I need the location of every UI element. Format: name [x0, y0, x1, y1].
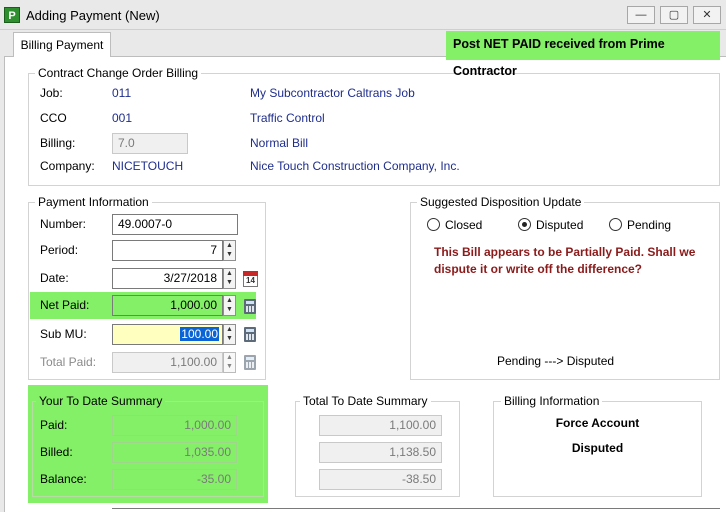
- billing-description: Normal Bill: [250, 136, 309, 150]
- billing-field: 7.0: [112, 133, 188, 154]
- total-summary-legend: Total To Date Summary: [300, 394, 431, 408]
- job-code: 011: [112, 86, 132, 100]
- total-paid-spinner: ▲ ▼: [223, 352, 236, 373]
- net-paid-spinner[interactable]: ▲ ▼: [223, 295, 236, 316]
- company-description: Nice Touch Construction Company, Inc.: [250, 159, 460, 173]
- number-label: Number:: [40, 217, 87, 231]
- period-input[interactable]: 7: [112, 240, 223, 261]
- total-billed-summary-field: 1,138.50: [319, 442, 442, 463]
- sub-mu-spinner[interactable]: ▲ ▼: [223, 324, 236, 345]
- disposition-transition: Pending ---> Disputed: [497, 354, 615, 368]
- calculator-icon: [244, 355, 256, 370]
- total-balance-summary-field: -38.50: [319, 469, 442, 490]
- calculator-icon[interactable]: [244, 327, 256, 342]
- contract-legend: Contract Change Order Billing: [35, 66, 202, 80]
- sub-mu-label: Sub MU:: [40, 327, 87, 341]
- billing-info-line1: Force Account: [555, 416, 640, 430]
- radio-closed[interactable]: [427, 218, 440, 231]
- close-button[interactable]: ✕: [693, 6, 721, 24]
- your-balance-label: Balance:: [40, 472, 87, 486]
- period-spinner[interactable]: ▲ ▼: [223, 240, 236, 261]
- total-paid-summary-field: 1,100.00: [319, 415, 442, 436]
- notes-field-edge[interactable]: [112, 508, 720, 512]
- your-paid-field: 1,000.00: [112, 415, 237, 436]
- billing-info-line2: Disputed: [571, 441, 624, 455]
- your-billed-label: Billed:: [40, 445, 73, 459]
- cco-label: CCO: [40, 111, 67, 125]
- company-label: Company:: [40, 159, 95, 173]
- maximize-button[interactable]: ▢: [660, 6, 688, 24]
- your-summary-legend: Your To Date Summary: [36, 394, 166, 408]
- job-description: My Subcontractor Caltrans Job: [250, 86, 415, 100]
- total-paid-label: Total Paid:: [40, 355, 97, 369]
- billing-label: Billing:: [40, 136, 76, 150]
- radio-disputed[interactable]: [518, 218, 531, 231]
- radio-disputed-label[interactable]: Disputed: [536, 218, 583, 232]
- date-label: Date:: [40, 271, 69, 285]
- sub-mu-selected-text: 100.00: [180, 327, 219, 341]
- period-label: Period:: [40, 243, 79, 257]
- cco-code: 001: [112, 111, 133, 125]
- tab-billing-payment[interactable]: Billing Payment: [13, 32, 111, 57]
- cco-description: Traffic Control: [250, 111, 325, 125]
- your-paid-label: Paid:: [40, 418, 68, 432]
- net-paid-input[interactable]: 1,000.00: [112, 295, 223, 316]
- radio-pending[interactable]: [609, 218, 622, 231]
- company-code: NICETOUCH: [112, 159, 184, 173]
- billing-info-legend: Billing Information: [501, 394, 603, 408]
- net-paid-label: Net Paid:: [40, 298, 90, 312]
- date-spinner[interactable]: ▲ ▼: [223, 268, 236, 289]
- radio-pending-label[interactable]: Pending: [627, 218, 671, 232]
- minimize-button[interactable]: —: [627, 6, 655, 24]
- disposition-warning: This Bill appears to be Partially Paid. …: [434, 245, 696, 276]
- sub-mu-input[interactable]: 100.00: [112, 324, 223, 345]
- disposition-legend: Suggested Disposition Update: [417, 195, 585, 209]
- window-title: Adding Payment (New): [26, 8, 160, 23]
- your-balance-field: -35.00: [112, 469, 237, 490]
- date-input[interactable]: 3/27/2018: [112, 268, 223, 289]
- your-billed-field: 1,035.00: [112, 442, 237, 463]
- payment-legend: Payment Information: [35, 195, 152, 209]
- total-paid-field: 1,100.00: [112, 352, 223, 373]
- job-label: Job:: [40, 86, 63, 100]
- app-icon: P: [4, 7, 20, 23]
- number-input[interactable]: 49.0007-0: [112, 214, 238, 235]
- calendar-icon[interactable]: 14: [243, 271, 258, 287]
- radio-closed-label[interactable]: Closed: [445, 218, 482, 232]
- calculator-icon[interactable]: [244, 299, 256, 314]
- instruction-banner: Post NET PAID received from Prime Contra…: [446, 31, 720, 78]
